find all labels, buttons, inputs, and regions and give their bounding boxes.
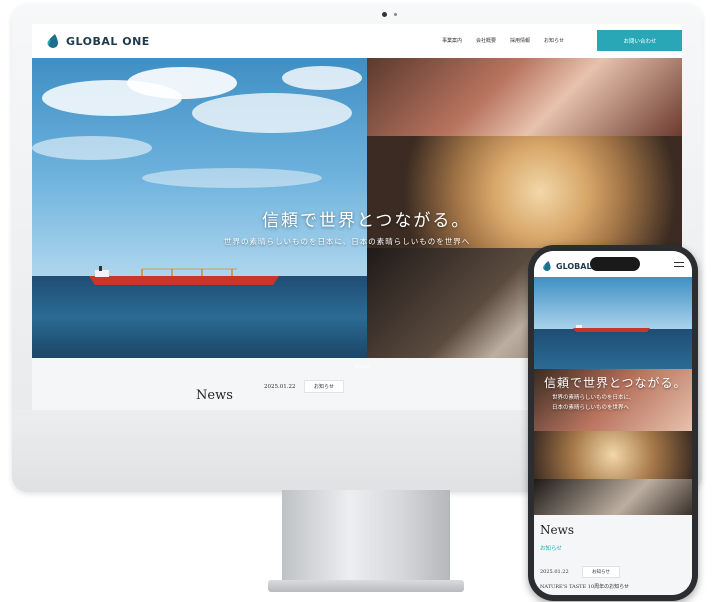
droplet-logo-icon <box>543 261 551 271</box>
phone-hero-headline: 信頼で世界とつながる。 <box>544 376 687 390</box>
phone-hero-sky <box>534 277 692 329</box>
site-header: GLOBAL ONE 事業案内 会社概要 採用情報 お知らせ お問い合わせ <box>32 24 682 58</box>
droplet-logo-icon <box>47 34 58 48</box>
smartphone: GLOBAL ONE 信頼で世界とつながる。 世界の素晴らしいものを日本に、 日… <box>528 245 698 601</box>
phone-news-date: 2025.01.22 <box>540 569 569 575</box>
phone-hero-subline-1: 世界の素晴らしいものを日本に、 <box>552 395 635 401</box>
hero-headline: 信頼で世界とつながる。 <box>262 211 471 231</box>
nav-item-business[interactable]: 事業案内 <box>442 37 462 44</box>
dynamic-island <box>590 257 640 271</box>
nav-item-company[interactable]: 会社概要 <box>476 37 496 44</box>
hero-sea-image <box>32 276 367 358</box>
phone-cargo-ship-graphic <box>573 325 650 332</box>
camera-sensor <box>394 13 397 16</box>
news-title: News <box>196 388 233 403</box>
phone-hero-subline-2: 日本の素晴らしいものを世界へ <box>552 405 630 411</box>
hamburger-menu-icon[interactable] <box>674 262 684 270</box>
phone-news-title: News <box>540 523 575 537</box>
hero-subline: 世界の素晴らしいものを日本に、日本の素晴らしいものを世界へ <box>224 237 471 246</box>
phone-scallop-image <box>534 431 692 479</box>
cargo-ship-graphic <box>89 266 279 285</box>
nav-item-recruit[interactable]: 採用情報 <box>510 37 530 44</box>
logo-text: GLOBAL ONE <box>66 34 150 48</box>
scallop-image <box>367 136 682 248</box>
monitor-stand-base <box>268 580 464 592</box>
camera-dot <box>382 12 387 17</box>
news-tag[interactable]: お知らせ <box>304 380 344 393</box>
scroll-indicator[interactable]: SCROLL <box>354 364 370 369</box>
news-date: 2025.01.22 <box>264 384 296 390</box>
nav-item-news[interactable]: お知らせ <box>544 37 564 44</box>
phone-screen: GLOBAL ONE 信頼で世界とつながる。 世界の素晴らしいものを日本に、 日… <box>534 251 692 595</box>
contact-button[interactable]: お問い合わせ <box>597 30 682 51</box>
phone-news-item[interactable]: NATURE'S TASTE 10周年のお知らせ <box>540 583 629 590</box>
site-logo[interactable]: GLOBAL ONE <box>46 34 150 48</box>
phone-hero-sea <box>534 329 692 369</box>
main-nav: 事業案内 会社概要 採用情報 お知らせ <box>442 37 564 44</box>
phone-abalone-image <box>534 479 692 515</box>
sashimi-image <box>367 58 682 136</box>
monitor-stand <box>282 490 450 586</box>
phone-news-tag[interactable]: お知らせ <box>582 566 620 578</box>
phone-news-subtitle: お知らせ <box>540 546 562 552</box>
